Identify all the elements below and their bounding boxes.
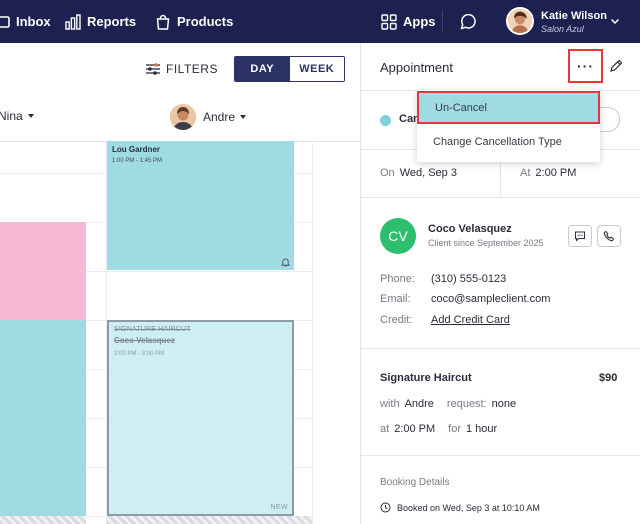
service-time: 2:00 PM <box>394 423 436 435</box>
divider <box>361 197 640 198</box>
nav-divider <box>442 10 443 33</box>
new-client-tag: NEW <box>270 504 288 511</box>
nav-products[interactable]: Products <box>155 0 233 43</box>
client-since: Client since September 2025 <box>428 238 544 248</box>
add-credit-card-link[interactable]: Add Credit Card <box>431 314 510 326</box>
appointment-time: 2:00 PM - 3:00 PM <box>114 351 165 357</box>
view-toggle: DAY WEEK <box>234 56 345 82</box>
menu-item-uncancel[interactable]: Un-Cancel <box>417 91 600 124</box>
chat-bubble-icon <box>460 13 477 30</box>
appointment-date: Wed, Sep 3 <box>399 167 457 179</box>
staff-selector-andre[interactable]: Andre <box>170 104 247 130</box>
column-divider <box>312 141 313 524</box>
credit-row: Credit: Add Credit Card <box>380 314 510 326</box>
email-label: Email: <box>380 293 411 305</box>
at-label: at <box>380 423 390 435</box>
caret-down-icon <box>27 114 34 118</box>
at-label: At <box>520 167 531 179</box>
day-view-button[interactable]: DAY <box>235 57 290 81</box>
staff-selector-nina[interactable]: Nina <box>0 109 34 123</box>
date-row: On Wed, Sep 3 <box>380 167 457 179</box>
filters-label: FILTERS <box>166 62 218 76</box>
chat-button[interactable] <box>460 0 483 43</box>
status-dot <box>380 115 391 126</box>
time-row: At 2:00 PM <box>520 167 576 179</box>
salon-name: Salon Azul <box>541 24 584 34</box>
calendar-view: FILTERS DAY WEEK Nina Andre Lou Gardner … <box>0 43 361 524</box>
filter-sliders-icon <box>146 63 160 75</box>
staff-name-nina: Nina <box>0 109 23 123</box>
more-options-menu: Un-Cancel Change Cancellation Type <box>417 90 600 162</box>
booked-on-text: Booked on Wed, Sep 3 at 10:10 AM <box>397 502 540 513</box>
clock-icon <box>380 502 391 513</box>
service-time-row: at 2:00 PM for 1 hour <box>380 423 497 435</box>
menu-item-change-cancellation-type[interactable]: Change Cancellation Type <box>417 125 600 158</box>
email-row: Email: coco@sampleclient.com <box>380 293 550 305</box>
inbox-icon <box>0 14 10 30</box>
bar-chart-icon <box>65 13 81 30</box>
chevron-down-icon[interactable] <box>610 16 620 26</box>
for-label: for <box>448 423 461 435</box>
bell-icon <box>281 258 290 267</box>
appointment-service: SIGNATURE HAIRCUT <box>114 326 191 333</box>
appointment-coco-velasquez-cancelled[interactable]: SIGNATURE HAIRCUT Coco Velasquez 2:00 PM… <box>107 320 294 516</box>
top-nav: Inbox Reports Products Apps Katie Wilson… <box>0 0 640 43</box>
staff-name-andre: Andre <box>203 110 236 124</box>
unavailable-block <box>0 516 86 524</box>
appointment-block-pink[interactable] <box>0 222 86 320</box>
booked-on-row: Booked on Wed, Sep 3 at 10:10 AM <box>380 502 540 513</box>
caret-down-icon <box>240 115 247 119</box>
phone-icon <box>603 230 615 242</box>
nav-inbox[interactable]: Inbox <box>0 0 51 43</box>
email-value[interactable]: coco@sampleclient.com <box>431 293 550 305</box>
request-label: request: <box>446 398 487 410</box>
nav-products-label: Products <box>177 14 234 29</box>
more-options-button[interactable]: ··· <box>568 49 603 83</box>
user-avatar[interactable] <box>506 7 534 35</box>
phone-row: Phone: (310) 555-0123 <box>380 273 506 285</box>
panel-title: Appointment <box>380 60 453 75</box>
nav-apps[interactable]: Apps <box>381 0 436 43</box>
unavailable-block <box>107 516 312 524</box>
booking-details-title: Booking Details <box>380 477 450 488</box>
phone-value[interactable]: (310) 555-0123 <box>431 273 506 285</box>
service-staff: Andre <box>404 398 434 410</box>
message-client-button[interactable] <box>568 225 592 247</box>
appointment-client-name: Coco Velasquez <box>114 336 175 345</box>
appointment-time: 2:00 PM <box>535 167 577 179</box>
request-value: none <box>491 398 517 410</box>
phone-label: Phone: <box>380 273 415 285</box>
appointment-time: 1:00 PM - 1:45 PM <box>112 158 163 164</box>
divider <box>361 455 640 456</box>
nav-apps-label: Apps <box>403 14 436 29</box>
nav-reports-label: Reports <box>87 14 137 29</box>
client-name[interactable]: Coco Velasquez <box>428 223 512 235</box>
user-name: Katie Wilson <box>541 10 607 22</box>
appointment-lou-gardner[interactable]: Lou Gardner 1:00 PM - 1:45 PM <box>107 141 294 270</box>
appointment-block-teal[interactable] <box>0 320 86 524</box>
divider <box>361 348 640 349</box>
service-duration: 1 hour <box>466 423 498 435</box>
staff-avatar <box>170 104 196 130</box>
appointment-client-name: Lou Gardner <box>112 145 161 154</box>
call-client-button[interactable] <box>597 225 621 247</box>
service-price: $90 <box>599 372 618 384</box>
shopping-bag-icon <box>155 14 171 30</box>
service-staff-row: with Andre request: none <box>380 398 516 410</box>
client-avatar[interactable]: CV <box>380 218 416 254</box>
nav-inbox-label: Inbox <box>16 14 51 29</box>
with-label: with <box>380 398 400 410</box>
message-icon <box>575 231 585 242</box>
apps-grid-icon <box>381 13 397 30</box>
credit-label: Credit: <box>380 314 413 326</box>
pencil-icon[interactable] <box>609 59 623 73</box>
week-view-button[interactable]: WEEK <box>289 57 344 81</box>
nav-reports[interactable]: Reports <box>65 0 136 43</box>
filters-button[interactable]: FILTERS <box>146 62 218 76</box>
service-name: Signature Haircut <box>380 372 472 384</box>
on-label: On <box>380 167 395 179</box>
